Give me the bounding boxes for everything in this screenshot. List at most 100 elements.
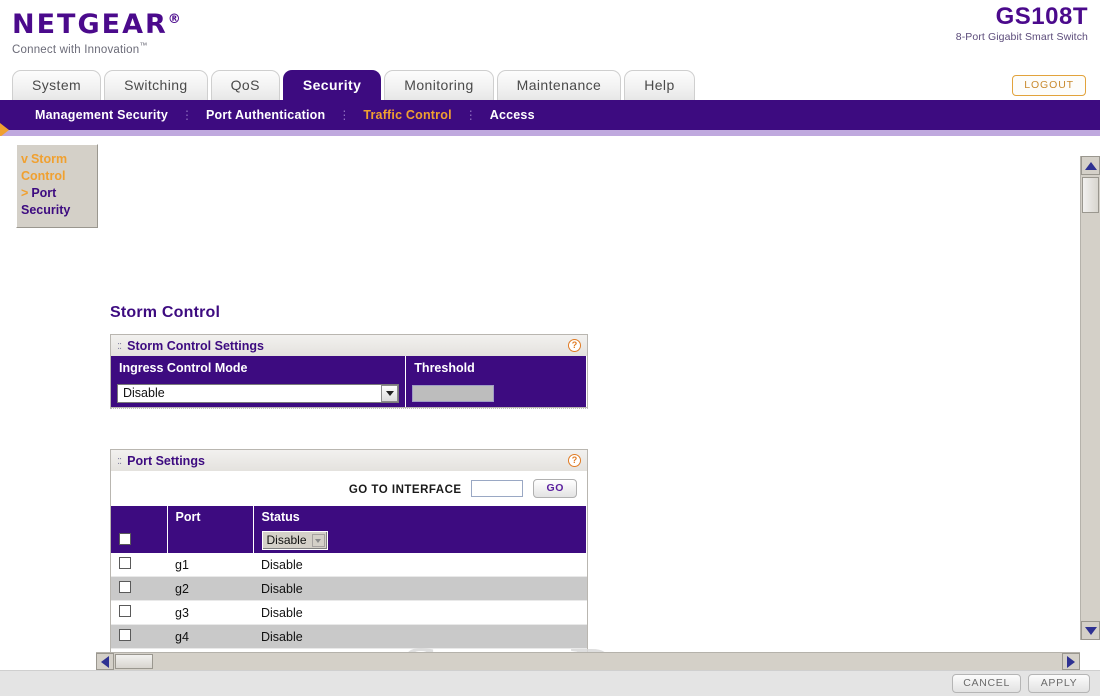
row-checkbox[interactable]	[119, 605, 131, 617]
subnav-item-port-authentication[interactable]: Port Authentication	[193, 108, 338, 122]
sidebar-item-label: Port Security	[21, 186, 71, 217]
bulk-port-cell	[167, 528, 254, 553]
table-bulk-edit-row: Disable	[111, 528, 587, 553]
primary-tabs: System Switching QoS Security Monitoring Main…	[12, 70, 698, 100]
bulk-status-select[interactable]: Disable	[261, 531, 328, 550]
table-row: Disable	[111, 380, 587, 407]
subnav-separator: ⋮	[338, 108, 351, 122]
row-status: Disable	[253, 553, 587, 577]
go-button-top[interactable]: GO	[533, 479, 577, 498]
row-port: g3	[167, 600, 253, 625]
table-header-row: Port Status	[111, 506, 587, 528]
chevron-down-icon[interactable]	[381, 385, 399, 402]
ingress-control-mode-value[interactable]: Disable	[117, 384, 400, 403]
goto-interface-input-top[interactable]	[471, 480, 523, 497]
storm-control-settings-table: Ingress Control Mode Threshold Disable	[111, 356, 587, 407]
storm-control-settings-title: Storm Control Settings	[127, 338, 264, 353]
row-status: Disable	[253, 576, 587, 601]
scroll-up-button[interactable]	[1081, 156, 1100, 175]
row-status: Disable	[253, 600, 587, 625]
goto-interface-label-top: GO TO INTERFACE	[348, 483, 462, 496]
subnav-item-management-security[interactable]: Management Security	[22, 108, 181, 122]
column-header-threshold: Threshold	[405, 356, 587, 380]
storm-control-settings-footer	[110, 408, 588, 415]
horizontal-scrollbar-thumb[interactable]	[115, 654, 153, 669]
page-footer: CANCEL APPLY	[0, 670, 1100, 696]
page-title: Storm Control	[110, 304, 221, 321]
caret-icon: v	[21, 152, 28, 166]
chevron-down-icon[interactable]	[311, 534, 325, 547]
sidebar-item-port-security[interactable]: > Port Security	[21, 185, 93, 219]
row-checkbox[interactable]	[119, 629, 131, 641]
tab-help[interactable]: Help	[624, 70, 695, 100]
select-all-checkbox[interactable]	[119, 532, 131, 545]
row-select-cell	[111, 624, 167, 649]
storm-control-settings-header: :: Storm Control Settings ?	[110, 334, 588, 356]
drag-grip-icon: ::	[117, 454, 122, 467]
ingress-control-mode-select[interactable]: Disable	[117, 384, 400, 403]
tab-qos[interactable]: QoS	[210, 70, 280, 100]
row-port: g1	[167, 553, 253, 577]
scroll-right-button[interactable]	[1062, 653, 1080, 670]
apply-button[interactable]: APPLY	[1028, 674, 1090, 693]
row-select-cell	[111, 576, 167, 601]
storm-control-settings-body: Ingress Control Mode Threshold Disable	[110, 356, 588, 408]
help-icon[interactable]: ?	[568, 339, 581, 352]
caret-icon: >	[21, 186, 29, 200]
vertical-scrollbar[interactable]	[1080, 156, 1100, 640]
threshold-cell	[405, 380, 587, 407]
column-header-status: Status	[253, 506, 587, 528]
subnav-separator: ⋮	[181, 108, 194, 122]
tab-monitoring[interactable]: Monitoring	[384, 70, 494, 100]
logo-trademark-icon: ™	[139, 41, 148, 50]
scroll-down-button[interactable]	[1081, 621, 1100, 640]
row-checkbox[interactable]	[119, 581, 131, 593]
row-checkbox[interactable]	[119, 557, 131, 569]
arrow-right-icon	[1067, 655, 1075, 668]
tab-system[interactable]: System	[12, 70, 102, 100]
column-header-select	[111, 506, 168, 528]
arrow-down-icon	[1084, 626, 1097, 635]
logo-tagline-text: Connect with Innovation	[12, 43, 140, 56]
tab-switching[interactable]: Switching	[104, 70, 208, 100]
subnav-item-traffic-control[interactable]: Traffic Control	[350, 108, 464, 122]
logo-wordmark: NETGEAR®	[12, 5, 181, 40]
column-header-port: Port	[167, 506, 254, 528]
subnav-pointer-icon	[0, 123, 9, 137]
subnav-item-access[interactable]: Access	[477, 108, 548, 122]
table-header-row: Ingress Control Mode Threshold	[111, 356, 587, 380]
table-row: g4 Disable	[111, 624, 587, 649]
masthead: NETGEAR® Connect with Innovation™ GS108T…	[0, 0, 1100, 62]
row-select-cell	[111, 600, 167, 625]
cancel-button[interactable]: CANCEL	[952, 674, 1021, 693]
content-area: v Storm Control > Port Security Storm Contr…	[0, 136, 1100, 696]
ingress-control-mode-cell: Disable	[111, 380, 407, 407]
primary-tabstrip: System Switching QoS Security Monitoring Main…	[0, 62, 1100, 100]
select-all-cell	[111, 528, 168, 553]
threshold-input[interactable]	[412, 385, 495, 402]
table-row: g1 Disable	[111, 553, 587, 577]
netgear-logo: NETGEAR® Connect with Innovation™	[12, 5, 181, 56]
goto-interface-bar-top: GO TO INTERFACE GO	[111, 471, 587, 506]
storm-control-settings-panel: :: Storm Control Settings ? Ingress Cont…	[110, 334, 588, 415]
vertical-scrollbar-thumb[interactable]	[1082, 177, 1099, 213]
arrow-left-icon	[101, 655, 109, 668]
browser-page: NETGEAR® Connect with Innovation™ GS108T…	[0, 0, 1100, 696]
drag-grip-icon: ::	[117, 339, 122, 352]
help-icon[interactable]: ?	[568, 454, 581, 467]
sidebar-item-storm-control[interactable]: v Storm Control	[21, 151, 93, 185]
row-status: Disable	[253, 624, 587, 649]
tab-security[interactable]: Security	[282, 70, 382, 100]
row-port: g4	[167, 624, 253, 649]
bulk-status-value: Disable	[266, 533, 307, 547]
footer-actions: CANCEL APPLY	[952, 674, 1090, 693]
scroll-left-button[interactable]	[96, 653, 114, 670]
table-row: g2 Disable	[111, 576, 587, 601]
horizontal-scrollbar[interactable]	[96, 652, 1080, 670]
row-select-cell	[111, 553, 167, 577]
logout-button[interactable]: LOGOUT	[1012, 75, 1086, 96]
device-model-description: 8-Port Gigabit Smart Switch	[955, 31, 1088, 43]
tab-maintenance[interactable]: Maintenance	[496, 70, 622, 100]
arrow-up-icon	[1084, 161, 1097, 170]
subnav-separator: ⋮	[464, 108, 477, 122]
